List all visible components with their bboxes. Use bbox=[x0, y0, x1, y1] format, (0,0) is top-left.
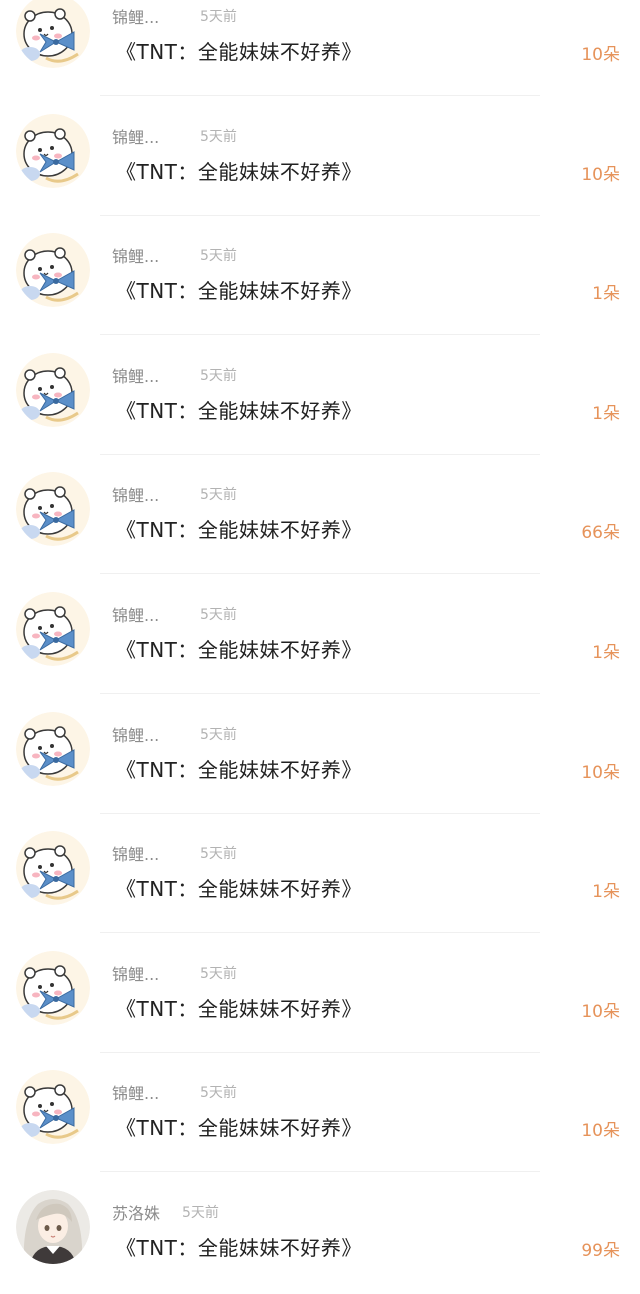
sender-name[interactable]: 锦鲤... bbox=[112, 961, 159, 985]
list-item[interactable]: 锦鲤... 5天前 《TNT：全能妹妹不好养》 10朵 bbox=[0, 696, 640, 816]
divider bbox=[100, 573, 540, 575]
list-item[interactable]: 锦鲤... 5天前 《TNT：全能妹妹不好养》 10朵 bbox=[0, 935, 640, 1055]
timestamp: 5天前 bbox=[200, 965, 237, 982]
gift-amount: 1朵 bbox=[592, 882, 620, 903]
sender-name[interactable]: 锦鲤... bbox=[112, 363, 159, 387]
list-item[interactable]: 苏洛姝 5天前 《TNT：全能妹妹不好养》 99朵 bbox=[0, 1174, 640, 1294]
divider bbox=[100, 95, 540, 96]
timestamp: 5天前 bbox=[200, 248, 237, 265]
book-title: 《TNT：全能妹妹不好养》 bbox=[116, 518, 362, 543]
timestamp: 5天前 bbox=[200, 128, 237, 145]
hamster-avatar-icon[interactable] bbox=[16, 831, 90, 906]
sender-name[interactable]: 锦鲤... bbox=[112, 602, 159, 626]
divider bbox=[100, 1171, 540, 1173]
book-title: 《TNT：全能妹妹不好养》 bbox=[116, 40, 362, 64]
timestamp: 5天前 bbox=[200, 9, 237, 25]
hamster-avatar-icon[interactable] bbox=[16, 0, 90, 68]
list-item[interactable]: 锦鲤... 5天前 《TNT：全能妹妹不好养》 10朵 bbox=[0, 98, 640, 218]
sender-name[interactable]: 锦鲤... bbox=[112, 482, 159, 506]
book-title: 《TNT：全能妹妹不好养》 bbox=[116, 398, 362, 423]
hamster-avatar-icon[interactable] bbox=[16, 950, 90, 1025]
divider bbox=[100, 453, 540, 455]
list-item[interactable]: 锦鲤... 5天前 《TNT：全能妹妹不好养》 66朵 bbox=[0, 456, 640, 576]
gift-amount: 1朵 bbox=[592, 284, 620, 305]
sender-name[interactable]: 锦鲤... bbox=[112, 841, 159, 865]
gift-amount: 99朵 bbox=[581, 1240, 620, 1261]
hamster-avatar-icon[interactable] bbox=[16, 352, 90, 427]
gift-amount: 10朵 bbox=[581, 1121, 620, 1142]
gift-amount: 1朵 bbox=[592, 642, 620, 663]
list-item[interactable]: 锦鲤... 5天前 《TNT：全能妹妹不好养》 1朵 bbox=[0, 337, 640, 457]
gift-amount: 10朵 bbox=[581, 45, 620, 65]
hamster-avatar-icon[interactable] bbox=[16, 233, 90, 308]
timestamp: 5天前 bbox=[182, 1204, 219, 1221]
book-title: 《TNT：全能妹妹不好养》 bbox=[116, 279, 362, 304]
book-title: 《TNT：全能妹妹不好养》 bbox=[116, 637, 362, 662]
book-title: 《TNT：全能妹妹不好养》 bbox=[116, 1116, 362, 1141]
book-title: 《TNT：全能妹妹不好养》 bbox=[116, 159, 362, 184]
hamster-avatar-icon[interactable] bbox=[16, 113, 90, 188]
divider bbox=[100, 812, 540, 814]
gift-amount: 1朵 bbox=[592, 403, 620, 424]
list-item[interactable]: 锦鲤... 5天前 《TNT：全能妹妹不好养》 1朵 bbox=[0, 576, 640, 696]
timestamp: 5天前 bbox=[200, 1085, 237, 1102]
timestamp: 5天前 bbox=[200, 726, 237, 743]
sender-name[interactable]: 锦鲤... bbox=[112, 1080, 159, 1104]
list-item[interactable]: 锦鲤... 5天前 《TNT：全能妹妹不好养》 1朵 bbox=[0, 217, 640, 337]
timestamp: 5天前 bbox=[200, 606, 237, 623]
book-title: 《TNT：全能妹妹不好养》 bbox=[116, 877, 362, 902]
gift-record-list: 锦鲤... 5天前 《TNT：全能妹妹不好养》 10朵 锦鲤... 5天前 《T… bbox=[0, 0, 640, 1294]
gift-amount: 10朵 bbox=[581, 1001, 620, 1022]
hamster-avatar-icon[interactable] bbox=[16, 1070, 90, 1145]
hamster-avatar-icon[interactable] bbox=[16, 472, 90, 547]
timestamp: 5天前 bbox=[200, 367, 237, 384]
divider bbox=[100, 1051, 540, 1053]
anime-girl-avatar-icon[interactable] bbox=[16, 1189, 90, 1264]
hamster-avatar-icon[interactable] bbox=[16, 711, 90, 786]
book-title: 《TNT：全能妹妹不好养》 bbox=[116, 757, 362, 782]
book-title: 《TNT：全能妹妹不好养》 bbox=[116, 1235, 362, 1260]
sender-name[interactable]: 锦鲤... bbox=[112, 124, 159, 148]
book-title: 《TNT：全能妹妹不好养》 bbox=[116, 996, 362, 1021]
sender-name[interactable]: 锦鲤... bbox=[112, 4, 159, 28]
divider bbox=[100, 932, 540, 934]
timestamp: 5天前 bbox=[200, 846, 237, 863]
divider bbox=[100, 692, 540, 694]
gift-amount: 10朵 bbox=[581, 762, 620, 783]
sender-name[interactable]: 锦鲤... bbox=[112, 722, 159, 746]
timestamp: 5天前 bbox=[200, 487, 237, 504]
list-item[interactable]: 锦鲤... 5天前 《TNT：全能妹妹不好养》 10朵 bbox=[0, 0, 640, 98]
divider bbox=[100, 214, 540, 216]
divider bbox=[100, 334, 540, 336]
hamster-avatar-icon[interactable] bbox=[16, 591, 90, 666]
list-item[interactable]: 锦鲤... 5天前 《TNT：全能妹妹不好养》 1朵 bbox=[0, 815, 640, 935]
gift-amount: 10朵 bbox=[581, 164, 620, 185]
sender-name[interactable]: 锦鲤... bbox=[112, 243, 159, 267]
sender-name[interactable]: 苏洛姝 bbox=[112, 1200, 160, 1224]
list-item[interactable]: 锦鲤... 5天前 《TNT：全能妹妹不好养》 10朵 bbox=[0, 1054, 640, 1174]
gift-amount: 66朵 bbox=[581, 523, 620, 544]
